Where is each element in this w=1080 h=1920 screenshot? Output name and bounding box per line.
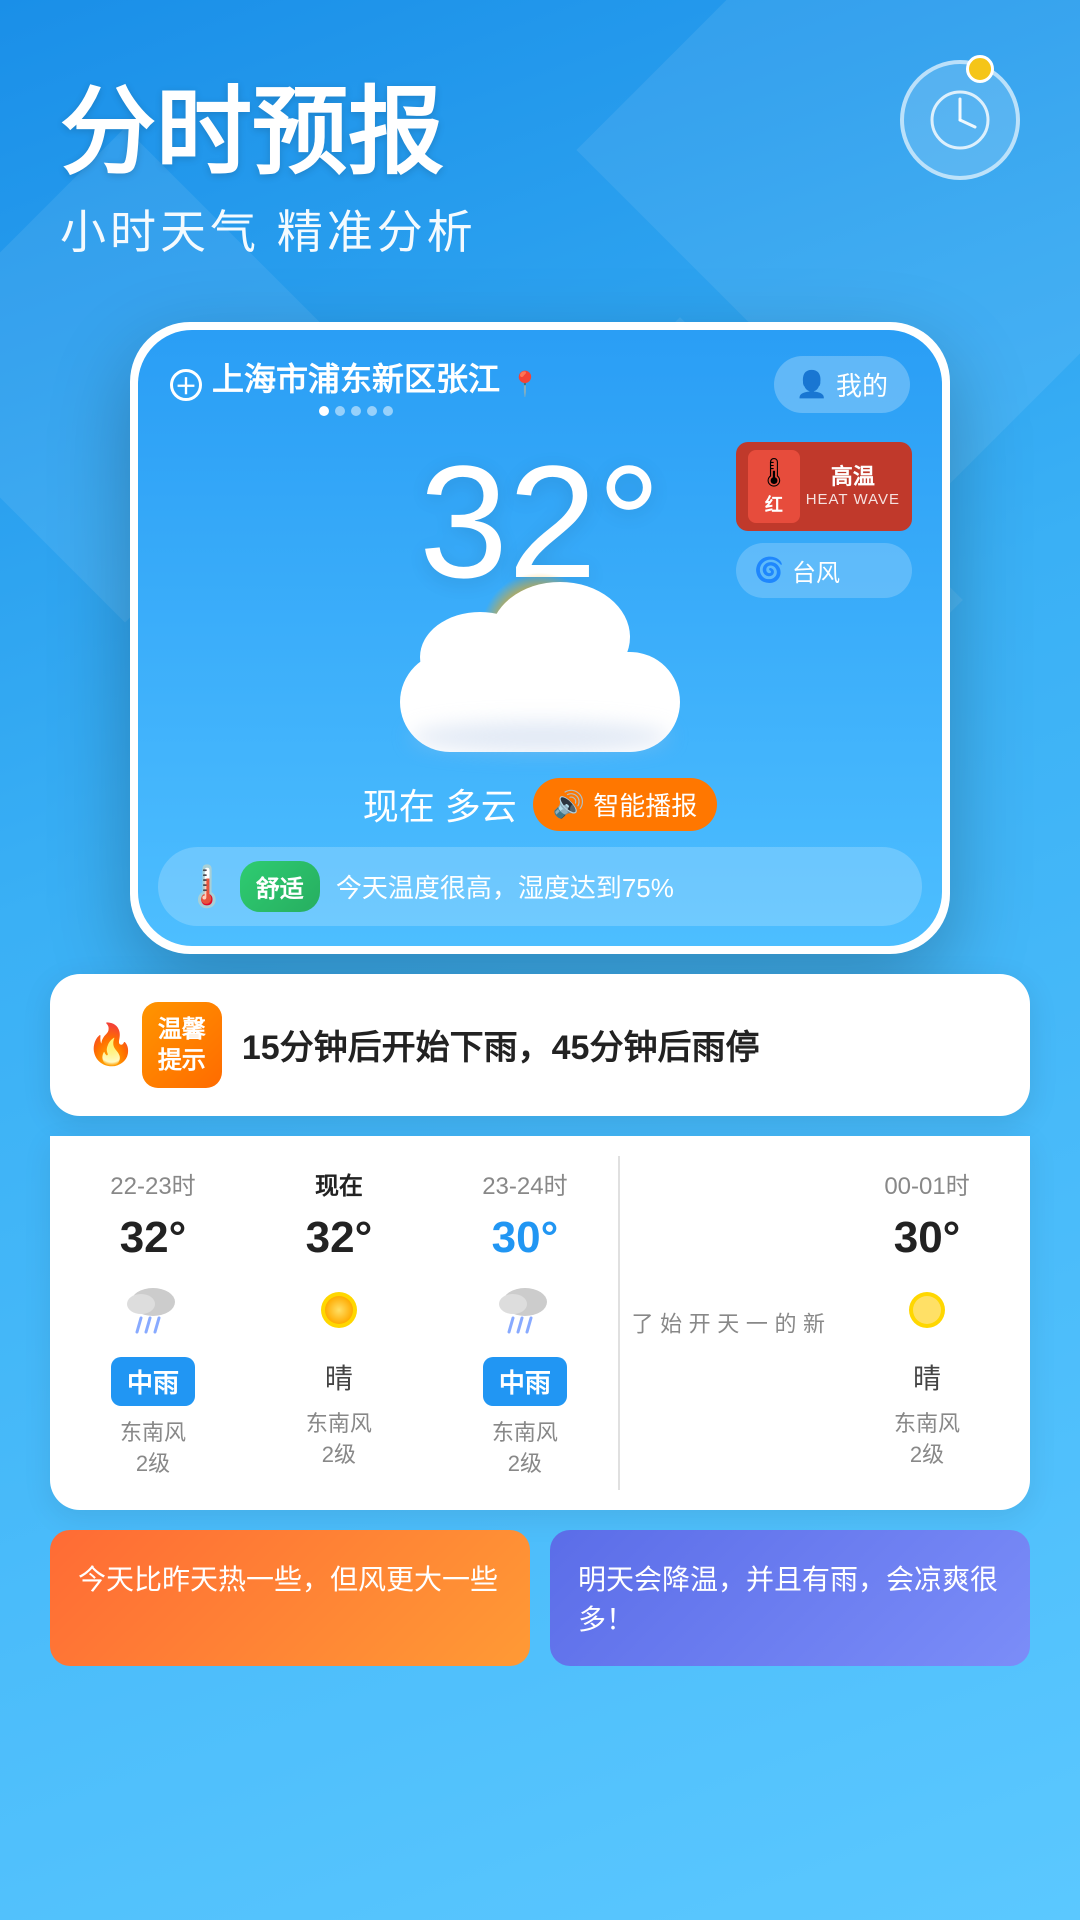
comfort-description: 今天温度很高，湿度达到75% — [336, 868, 674, 905]
weather-badges: 🌡 红 高温 HEAT WAVE 🌀 台风 — [736, 442, 912, 598]
condition-badge-2223: 中雨 — [111, 1357, 195, 1406]
clock-icon — [900, 60, 1020, 180]
sun-cloud-visual — [380, 572, 700, 752]
dot-1 — [319, 406, 329, 416]
typhoon-badge[interactable]: 🌀 台风 — [736, 543, 912, 598]
hour-label-now: 现在 — [315, 1166, 363, 1201]
dot-4 — [367, 406, 377, 416]
thermometer-icon: 🌡 — [756, 456, 792, 489]
hour-label-2324: 23-24时 — [482, 1166, 567, 1201]
heat-main-label: 高温 — [806, 464, 900, 490]
location-name: 上海市浦东新区张江 — [212, 354, 500, 400]
hour-temp-0001: 30° — [894, 1213, 961, 1263]
hour-icon-now — [304, 1275, 374, 1345]
comfort-badge: 舒适 — [240, 861, 320, 912]
warning-line2: 提示 — [158, 1045, 206, 1076]
dot-5 — [383, 406, 393, 416]
hour-temp-2223: 32° — [120, 1213, 187, 1263]
app-title: 分时预报 — [60, 80, 1020, 186]
hour-col-newday: 新的一天开始了 — [618, 1156, 834, 1490]
hour-temp-2324: 30° — [492, 1213, 559, 1263]
typhoon-label: 台风 — [792, 553, 840, 588]
bottom-card-tomorrow-text: 明天会降温，并且有雨，会凉爽很多！ — [578, 1558, 1002, 1638]
hour-icon-2324 — [490, 1275, 560, 1345]
warning-badge: 温馨 提示 — [142, 1002, 222, 1088]
my-button[interactable]: 👤 我的 — [774, 356, 910, 413]
clock-icon-container — [900, 60, 1020, 180]
bottom-card-today-text: 今天比昨天热一些，但风更大一些 — [78, 1558, 502, 1598]
warning-line1: 温馨 — [158, 1014, 206, 1045]
location-area[interactable]: ＋ 上海市浦东新区张江 📍 — [170, 354, 540, 416]
bottom-card-today[interactable]: 今天比昨天热一些，但风更大一些 — [50, 1530, 530, 1666]
hour-col-0001: 00-01时 30° 晴 东南风2级 — [834, 1156, 1020, 1490]
location-dots — [212, 406, 500, 416]
comfort-indicator: 🌡️ 舒适 — [182, 861, 320, 912]
dot-2 — [335, 406, 345, 416]
warning-card: 🔥 温馨 提示 15分钟后开始下雨，45分钟后雨停 — [50, 974, 1030, 1116]
thermometer-comfort-icon: 🌡️ — [182, 863, 232, 910]
hourly-forecast-card: 22-23时 32° 中雨 东南风2级 现在 32° — [50, 1136, 1030, 1510]
typhoon-icon: 🌀 — [754, 556, 784, 585]
phone-mockup: ＋ 上海市浦东新区张江 📍 👤 我的 — [130, 322, 950, 954]
condition-badge-2324: 中雨 — [483, 1357, 567, 1406]
yellow-dot — [966, 55, 994, 83]
add-location-icon[interactable]: ＋ — [170, 369, 202, 401]
hour-col-2324: 23-24时 30° 中雨 东南风2级 — [432, 1156, 618, 1490]
header-section: 分时预报 小时天气 精准分析 — [0, 0, 1080, 302]
hour-icon-0001 — [892, 1275, 962, 1345]
weather-now-text: 现在 多云 — [363, 778, 517, 830]
hour-temp-now: 32° — [306, 1213, 373, 1263]
phone-inner: ＋ 上海市浦东新区张江 📍 👤 我的 — [138, 330, 942, 946]
heat-wave-badge[interactable]: 🌡 红 高温 HEAT WAVE — [736, 442, 912, 531]
location-pin-icon: 📍 — [510, 370, 540, 399]
heat-sub-label: HEAT WAVE — [806, 491, 900, 508]
warning-text: 15分钟后开始下雨，45分钟后雨停 — [242, 1020, 994, 1069]
current-weather-row: 现在 多云 🔊 智能播报 — [138, 762, 942, 847]
hour-col-2223: 22-23时 32° 中雨 东南风2级 — [60, 1156, 246, 1490]
broadcast-button[interactable]: 🔊 智能播报 — [533, 778, 717, 831]
wind-0001: 东南风2级 — [894, 1409, 960, 1471]
broadcast-label: 智能播报 — [593, 786, 697, 823]
cloud-shadow — [410, 722, 670, 752]
user-icon: 👤 — [796, 369, 828, 400]
app-subtitle: 小时天气 精准分析 — [60, 196, 1020, 262]
comfort-bar: 🌡️ 舒适 今天温度很高，湿度达到75% — [158, 847, 922, 926]
wind-2324: 东南风2级 — [492, 1418, 558, 1480]
hour-icon-2223 — [118, 1275, 188, 1345]
heat-badge-right: 高温 HEAT WAVE — [806, 464, 900, 507]
hour-col-now: 现在 32° 晴 东南风2级 — [246, 1156, 432, 1490]
condition-0001: 晴 — [913, 1357, 941, 1397]
bottom-cards: 今天比昨天热一些，但风更大一些 明天会降温，并且有雨，会凉爽很多！ — [50, 1530, 1030, 1666]
phone-topbar: ＋ 上海市浦东新区张江 📍 👤 我的 — [138, 330, 942, 432]
new-day-label: 新的一天开始了 — [626, 1312, 826, 1334]
hour-label-0001: 00-01时 — [884, 1166, 969, 1201]
hourly-grid: 22-23时 32° 中雨 东南风2级 现在 32° — [60, 1156, 1020, 1490]
dot-3 — [351, 406, 361, 416]
wind-now: 东南风2级 — [306, 1409, 372, 1471]
bottom-card-tomorrow[interactable]: 明天会降温，并且有雨，会凉爽很多！ — [550, 1530, 1030, 1666]
red-label: 红 — [765, 491, 783, 517]
condition-now: 晴 — [325, 1357, 353, 1397]
speaker-icon: 🔊 — [553, 789, 585, 820]
heat-badge-left: 🌡 红 — [748, 450, 800, 523]
hour-label-2223: 22-23时 — [110, 1166, 195, 1201]
warning-icon-group: 🔥 温馨 提示 — [86, 1002, 222, 1088]
wind-2223: 东南风2级 — [120, 1418, 186, 1480]
fire-icon: 🔥 — [86, 1021, 136, 1068]
